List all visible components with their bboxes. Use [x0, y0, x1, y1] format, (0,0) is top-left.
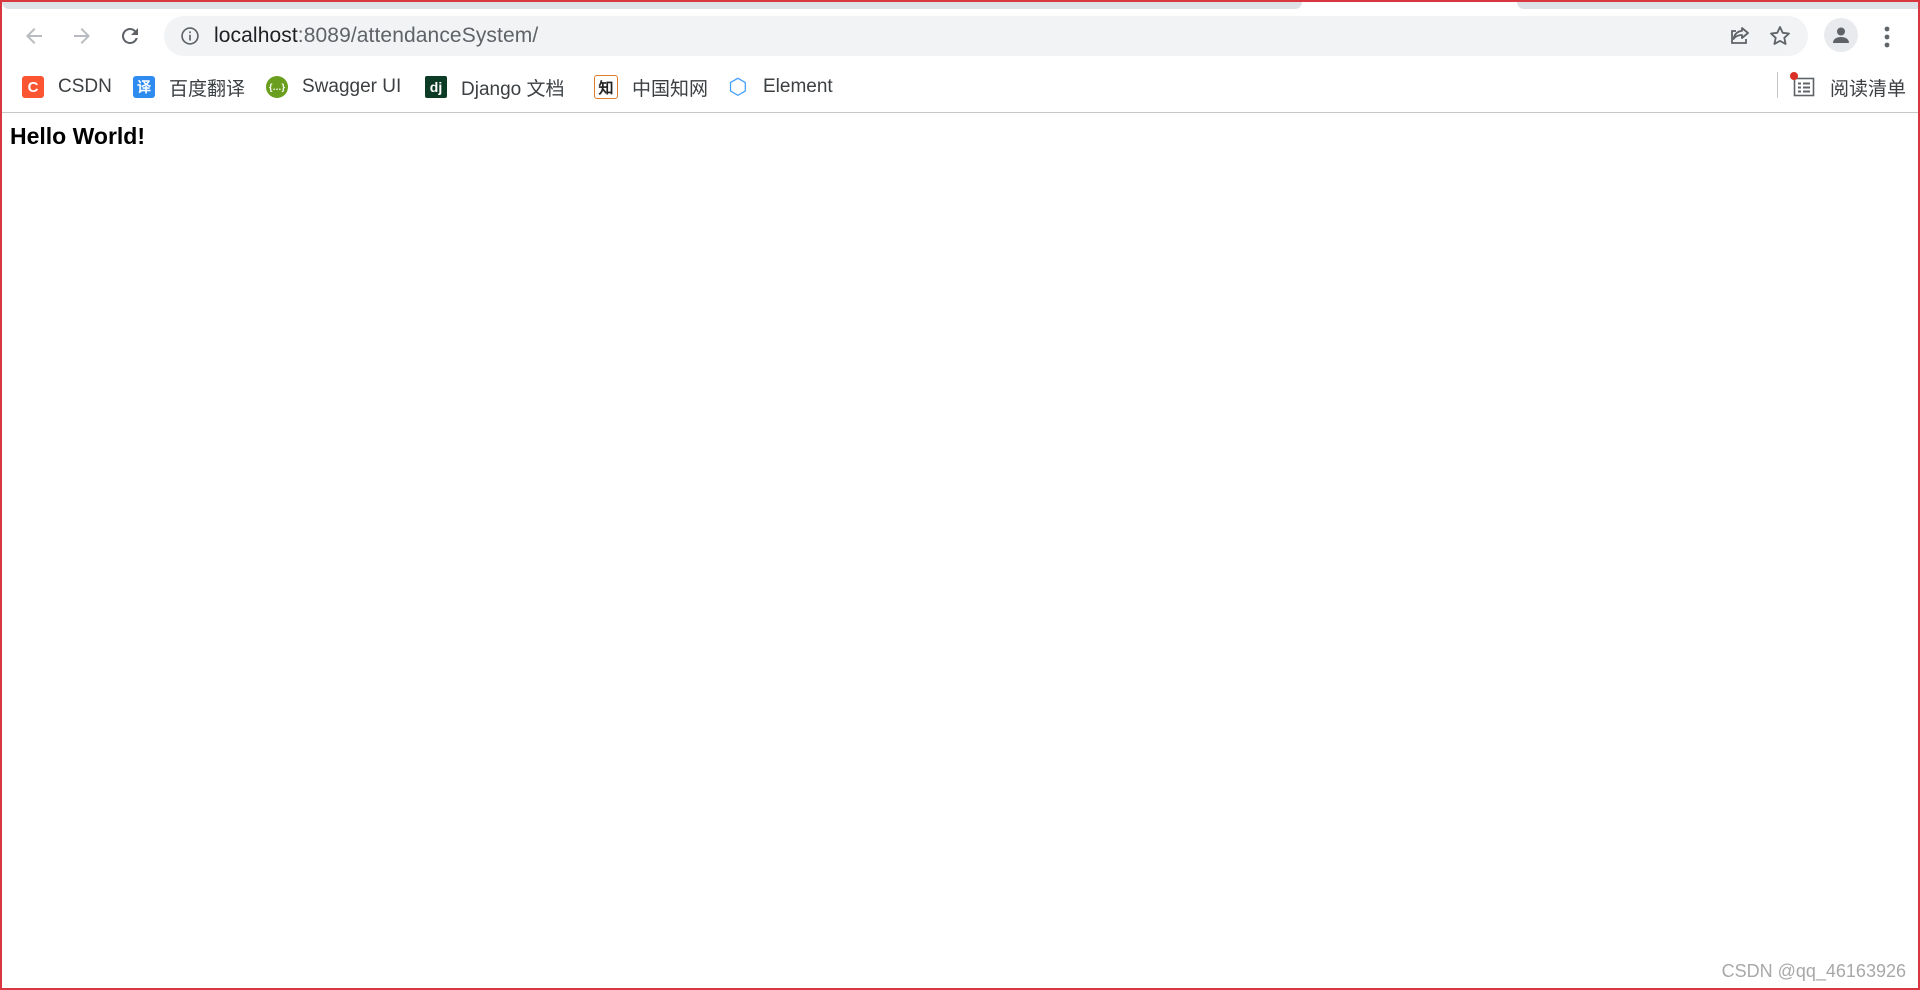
- address-bar[interactable]: localhost:8089/attendanceSystem/: [164, 16, 1808, 56]
- page-heading: Hello World!: [10, 123, 146, 149]
- notification-dot: [1790, 72, 1798, 80]
- bookmark-csdn[interactable]: C CSDN: [22, 72, 112, 102]
- bookmark-label: CSDN: [58, 76, 112, 97]
- browser-window: localhost:8089/attendanceSystem/ C CSDN …: [0, 0, 1920, 990]
- person-icon: [1833, 27, 1849, 43]
- baidu-translate-icon: 译: [133, 76, 155, 98]
- tab-inactive[interactable]: [2, 2, 1302, 9]
- star-icon[interactable]: [1768, 24, 1792, 48]
- watermark: CSDN @qq_46163926: [1721, 961, 1906, 981]
- csdn-icon: C: [22, 76, 44, 98]
- bookmarks-divider: [1777, 72, 1778, 98]
- arrow-right-icon: [74, 28, 90, 44]
- element-icon: ⬡: [728, 74, 748, 99]
- tab-inactive[interactable]: [1517, 2, 1918, 9]
- bookmark-label: Element: [763, 76, 833, 97]
- toolbar: localhost:8089/attendanceSystem/: [2, 10, 1918, 62]
- bookmark-django[interactable]: dj Django 文档: [425, 72, 565, 102]
- page-content: Hello World! CSDN @qq_46163926: [2, 113, 1918, 988]
- bookmark-label: 百度翻译: [169, 78, 246, 100]
- arrow-left-icon: [26, 28, 42, 44]
- reading-list-button[interactable]: 阅读清单: [1790, 72, 1907, 102]
- bookmark-label: 中国知网: [632, 78, 709, 100]
- profile-button[interactable]: [1824, 18, 1858, 52]
- bookmark-swagger[interactable]: {…} Swagger UI: [266, 72, 401, 102]
- bookmark-cnki[interactable]: 知 中国知网: [594, 72, 708, 102]
- bookmark-baidu-translate[interactable]: 译 百度翻译: [133, 72, 245, 102]
- bookmark-label: Django 文档: [461, 78, 565, 100]
- bookmarks-bar: C CSDN 译 百度翻译 {…} Swagger UI dj Django 文…: [2, 62, 1918, 113]
- tab-strip: [2, 2, 1918, 10]
- django-icon: dj: [425, 76, 447, 98]
- reading-list-icon: [1790, 72, 1816, 99]
- swagger-icon: {…}: [266, 76, 288, 98]
- bookmark-label: Swagger UI: [302, 76, 402, 97]
- cnki-icon: 知: [594, 75, 618, 99]
- url-text[interactable]: localhost:8089/attendanceSystem/: [214, 16, 538, 56]
- forward-button[interactable]: [66, 20, 98, 52]
- info-icon[interactable]: [180, 26, 200, 46]
- reading-list-label: 阅读清单: [1830, 78, 1907, 100]
- reload-icon: [121, 27, 138, 44]
- share-icon[interactable]: [1728, 24, 1752, 48]
- reload-button[interactable]: [114, 20, 146, 52]
- url-path: :8089/attendanceSystem/: [297, 24, 539, 47]
- url-host: localhost: [214, 24, 298, 47]
- more-vert-icon[interactable]: [1874, 22, 1900, 52]
- back-button[interactable]: [18, 20, 50, 52]
- bookmark-element[interactable]: ⬡ Element: [727, 72, 833, 102]
